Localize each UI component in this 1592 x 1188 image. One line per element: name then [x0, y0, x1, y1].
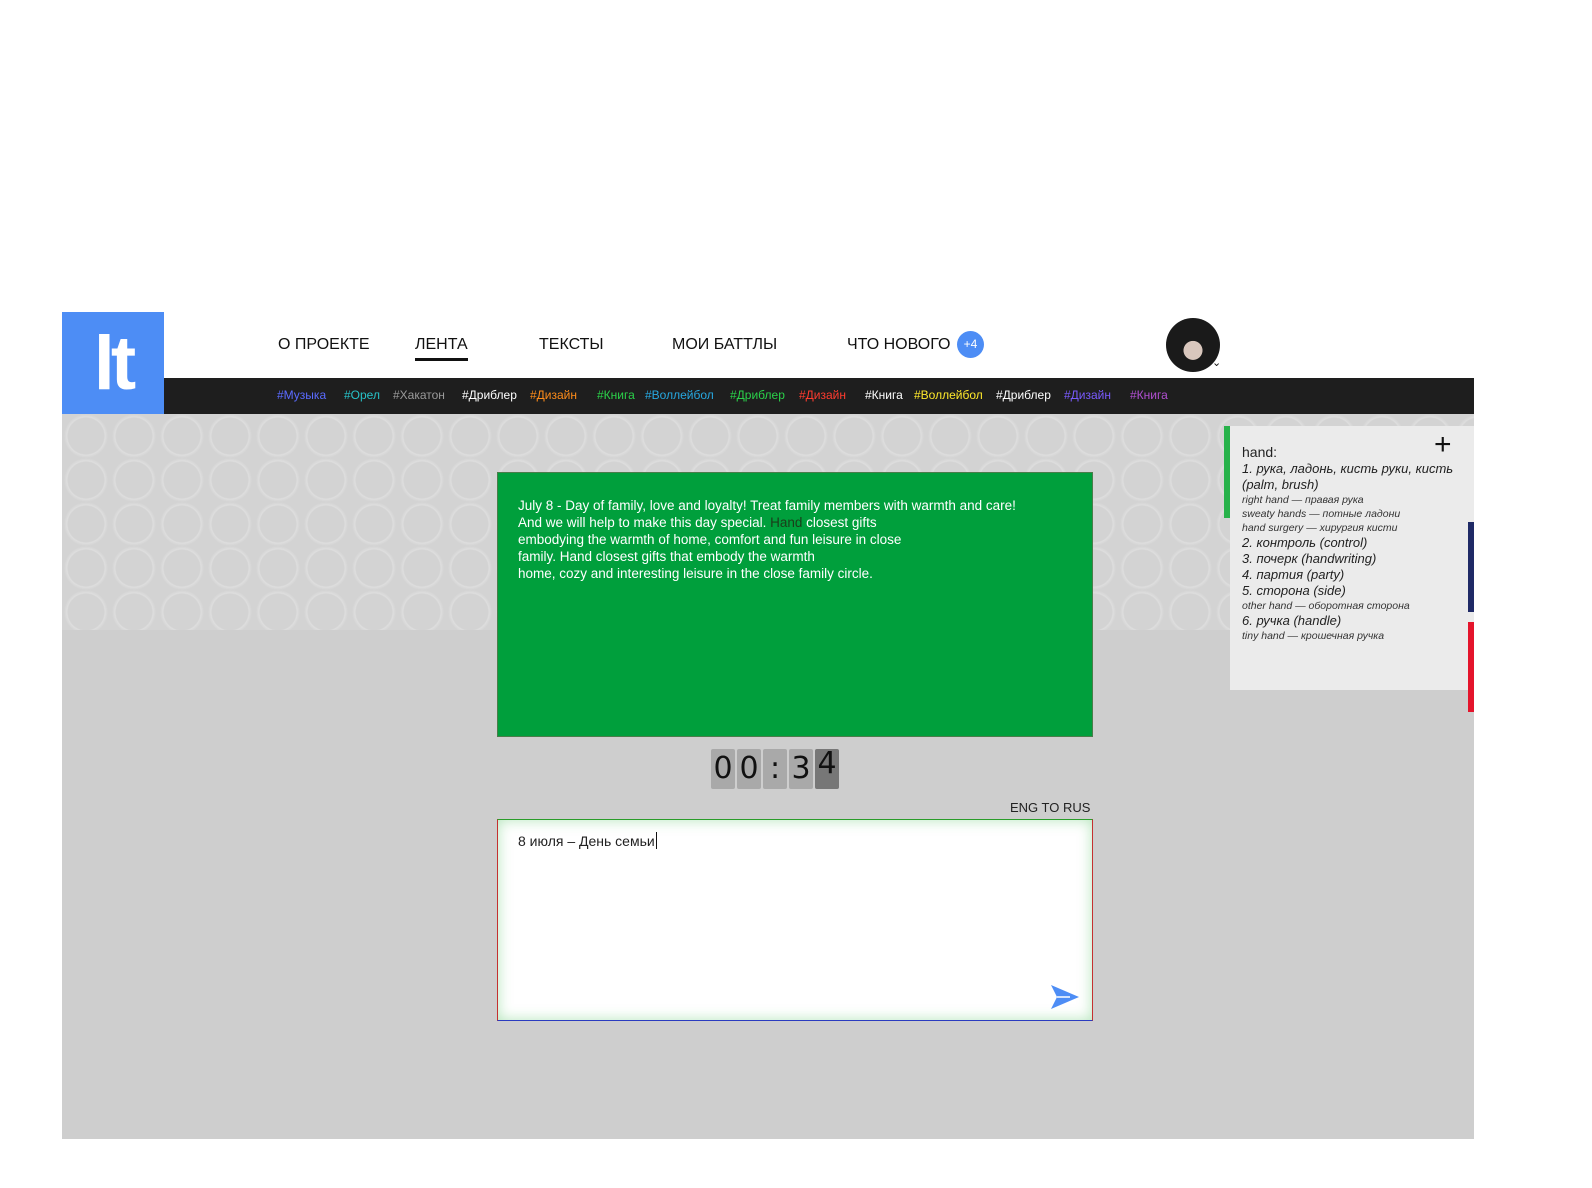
tag-label: #Книга — [597, 388, 635, 402]
example: other hand — оборотная сторона — [1242, 600, 1410, 612]
top-navigation: О ПРОЕКТЕ ЛЕНТА ТЕКСТЫ МОИ БАТТЛЫ ЧТО НО… — [164, 312, 1474, 378]
tag-label: #Хакатон — [393, 388, 445, 402]
dictionary-panel: + hand: 1. рука, ладонь, кисть руки, кис… — [1224, 426, 1474, 690]
timer-digit: 4 — [815, 749, 839, 789]
main-content: July 8 - Day of family, love and loyalty… — [62, 414, 1474, 1139]
tag-item[interactable]: #Книга — [865, 388, 903, 402]
nav-my-battles[interactable]: МОИ БАТТЛЫ — [672, 336, 777, 354]
translation-input[interactable]: 8 июля – День семьи — [497, 819, 1093, 1021]
definition: 1. рука, ладонь, кисть руки, кисть (palm… — [1242, 461, 1454, 492]
dictionary-accent-bar — [1224, 426, 1230, 518]
tag-item[interactable]: #Воллейбол — [645, 388, 714, 402]
side-strip-navy[interactable] — [1468, 522, 1474, 612]
chevron-down-icon: ⌄ — [1212, 356, 1222, 369]
timer-separator: : — [763, 749, 787, 789]
dictionary-entry: hand: 1. рука, ладонь, кисть руки, кисть… — [1242, 444, 1470, 643]
tag-item[interactable]: #Дизайн — [530, 388, 577, 402]
translation-value: 8 июля – День семьи — [518, 833, 655, 849]
send-icon[interactable] — [1050, 984, 1080, 1010]
highlighted-word[interactable]: Hand — [770, 515, 802, 530]
example: sweaty hands — потные ладони — [1242, 508, 1401, 520]
dictionary-word: hand: — [1242, 444, 1278, 460]
translation-text: 8 июля – День семьи — [518, 832, 657, 849]
nav-texts[interactable]: ТЕКСТЫ — [539, 336, 604, 354]
tag-item[interactable]: #Дриблер — [462, 388, 517, 402]
app-logo[interactable]: lt — [62, 312, 164, 414]
nav-whats-new[interactable]: ЧТО НОВОГО — [847, 336, 950, 354]
user-menu[interactable]: ⌄ — [1164, 318, 1224, 374]
logo-text: lt — [93, 320, 136, 406]
tag-item[interactable]: #Книга — [597, 388, 635, 402]
example: hand surgery — хирургия кисти — [1242, 522, 1398, 534]
tag-item[interactable]: #Дриблер — [730, 388, 785, 402]
definition: 3. почерк (handwriting) — [1242, 551, 1377, 566]
nav-feed[interactable]: ЛЕНТА — [415, 336, 468, 361]
tag-item[interactable]: #Хакатон — [393, 388, 445, 402]
text-caret — [655, 832, 657, 849]
tag-label: #Дриблер — [730, 388, 785, 402]
definition: 2. контроль (control) — [1242, 535, 1368, 550]
tag-item[interactable]: #Дизайн — [799, 388, 846, 402]
tag-label: #Музыка — [277, 388, 327, 402]
tag-label: #Воллейбол — [914, 388, 983, 402]
definition: 6. ручка (handle) — [1242, 613, 1342, 628]
timer-digit: 3 — [789, 749, 813, 789]
tag-label: #Дизайн — [1064, 388, 1112, 402]
side-strip-red[interactable] — [1468, 622, 1474, 712]
tag-bar: #Музыка #Орел #Хакатон #Дриблер #Дизайн … — [164, 378, 1474, 414]
translation-direction-toggle[interactable]: ENG TO RUS — [1010, 800, 1090, 815]
definition: 4. партия (party) — [1242, 567, 1345, 582]
countdown-timer: 0 0 : 3 4 — [711, 749, 839, 789]
tag-item[interactable]: #Музыка — [277, 388, 326, 402]
tag-label: #Дриблер — [462, 388, 517, 402]
tag-label: #Дизайн — [530, 388, 578, 402]
nav-about[interactable]: О ПРОЕКТЕ — [278, 336, 370, 354]
timer-digit: 0 — [737, 749, 761, 789]
tag-item[interactable]: #Воллейбол — [914, 388, 983, 402]
tag-item[interactable]: #Дизайн — [1064, 388, 1111, 402]
news-count-badge: +4 — [957, 331, 984, 358]
example: right hand — правая рука — [1242, 494, 1364, 506]
tag-label: #Дриблер — [996, 388, 1051, 402]
tag-item[interactable]: #Орел — [344, 388, 380, 402]
tag-label: #Дизайн — [799, 388, 847, 402]
app-window: lt О ПРОЕКТЕ ЛЕНТА ТЕКСТЫ МОИ БАТТЛЫ ЧТО… — [62, 312, 1474, 1139]
tag-label: #Книга — [865, 388, 903, 402]
tag-item[interactable]: #Книга — [1130, 388, 1168, 402]
example: tiny hand — крошечная ручка — [1242, 630, 1385, 642]
tag-label: #Орел — [344, 388, 380, 402]
tag-item[interactable]: #Дриблер — [996, 388, 1051, 402]
source-text-card: July 8 - Day of family, love and loyalty… — [497, 472, 1093, 737]
tag-label: #Воллейбол — [645, 388, 714, 402]
source-text: July 8 - Day of family, love and loyalty… — [518, 497, 1072, 582]
timer-digit: 0 — [711, 749, 735, 789]
definition: 5. сторона (side) — [1242, 583, 1346, 598]
source-text-part: July 8 - Day of family, love and loyalty… — [518, 498, 1016, 530]
tag-label: #Книга — [1130, 388, 1168, 402]
